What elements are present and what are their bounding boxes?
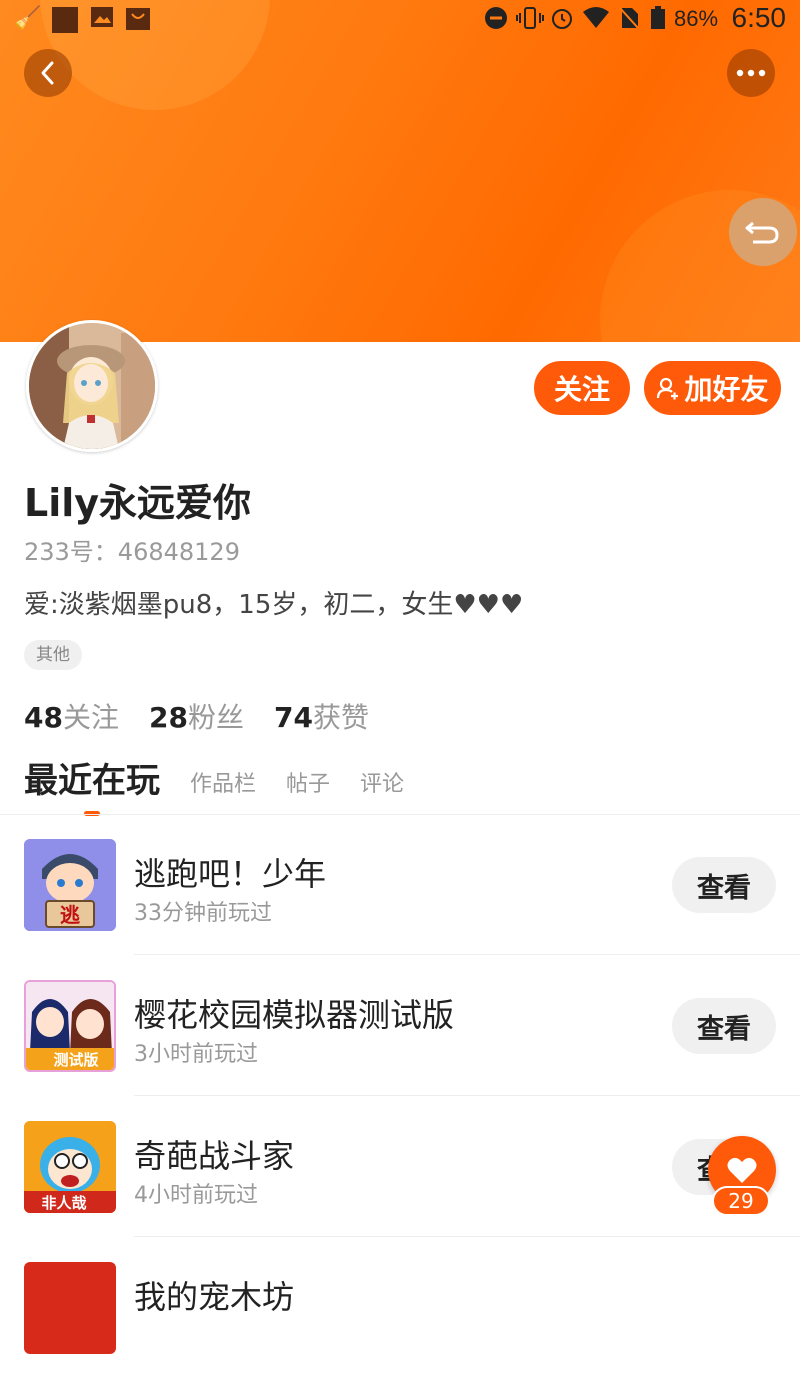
stat-num: 48 — [24, 701, 63, 734]
list-item[interactable]: 我的宠木坊 — [0, 1238, 800, 1378]
no-sim-icon — [618, 6, 640, 37]
view-button[interactable]: 查看 — [672, 998, 776, 1054]
follow-button[interactable]: 关注 — [533, 360, 631, 416]
stat-following[interactable]: 48关注 — [24, 696, 119, 736]
game-icon-art: 非人哉 — [24, 1121, 116, 1213]
profile-tag: 其他 — [24, 640, 82, 670]
vibrate-icon — [516, 6, 544, 37]
stat-label: 关注 — [62, 701, 119, 734]
add-friend-button[interactable]: 加好友 — [643, 360, 782, 416]
image-icon — [90, 6, 114, 35]
game-icon-text: 非人哉 — [41, 1194, 86, 1212]
game-icon: 逃 — [24, 839, 116, 931]
list-item[interactable]: 逃 逃跑吧！少年 33分钟前玩过 查看 — [0, 815, 800, 955]
alarm-icon — [550, 6, 574, 37]
avatar[interactable] — [26, 320, 158, 452]
tab-recently-played[interactable]: 最近在玩 — [24, 753, 160, 816]
cleaner-icon: 🧹 — [14, 6, 42, 31]
game-icon-text: 逃 — [60, 903, 81, 927]
battery-percent: 86% — [674, 6, 719, 31]
stat-label: 粉丝 — [187, 701, 244, 734]
more-dots-icon — [736, 69, 766, 77]
game-icon-art: 逃 — [24, 839, 116, 931]
tab-comments[interactable]: 评论 — [360, 766, 404, 808]
tab-label: 最近在玩 — [24, 761, 160, 801]
list-item[interactable]: 测试版 樱花校园模拟器测试版 3小时前玩过 查看 — [0, 956, 800, 1096]
divider — [134, 1095, 800, 1096]
return-arrow-icon — [745, 221, 779, 244]
view-button[interactable]: 查看 — [672, 857, 776, 913]
divider — [134, 1236, 800, 1237]
profile-bio: 爱:淡紫烟墨pu8，15岁，初二，女生♥♥♥ — [24, 590, 524, 620]
game-icon — [24, 1262, 116, 1354]
game-title: 逃跑吧！少年 — [134, 855, 327, 893]
game-title: 奇葩战斗家 — [134, 1137, 295, 1175]
tab-works[interactable]: 作品栏 — [190, 766, 256, 808]
more-button[interactable] — [727, 49, 775, 97]
game-icon: 非人哉 — [24, 1121, 116, 1213]
profile-stats: 48关注 28粉丝 74获赞 — [24, 696, 369, 736]
stat-num: 74 — [273, 701, 313, 734]
game-played-time: 3小时前玩过 — [134, 1042, 258, 1067]
profile-tabs: 最近在玩 作品栏 帖子 评论 — [24, 758, 434, 816]
game-title: 我的宠木坊 — [134, 1278, 295, 1316]
add-user-icon — [657, 377, 679, 400]
heart-icon — [727, 1157, 757, 1183]
tab-posts[interactable]: 帖子 — [286, 766, 330, 808]
status-bar: 🧹 86% 6:50 — [0, 0, 800, 40]
app-icon — [52, 7, 78, 33]
clock: 6:50 — [731, 2, 787, 33]
game-title: 樱花校园模拟器测试版 — [134, 996, 455, 1034]
chevron-left-icon — [41, 61, 54, 85]
stat-likes[interactable]: 74获赞 — [274, 696, 369, 736]
add-friend-label: 加好友 — [684, 373, 769, 406]
back-button[interactable] — [24, 49, 72, 97]
stat-fans[interactable]: 28粉丝 — [149, 696, 244, 736]
battery-icon — [650, 6, 666, 37]
divider — [134, 954, 800, 955]
like-count-badge: 29 — [712, 1186, 770, 1216]
dnd-icon — [484, 6, 508, 37]
stat-label: 获赞 — [312, 701, 369, 734]
follow-label: 关注 — [553, 373, 610, 406]
return-button[interactable] — [729, 198, 797, 266]
stat-num: 28 — [148, 701, 188, 734]
game-icon-text: 测试版 — [53, 1051, 98, 1069]
wifi-icon — [582, 6, 610, 37]
avatar-illustration — [29, 323, 155, 449]
list-item[interactable]: 非人哉 奇葩战斗家 4小时前玩过 查看 — [0, 1097, 800, 1237]
profile-banner — [0, 0, 800, 342]
profile-id: 233号：46848129 — [24, 538, 240, 566]
profile-name: Lily永远爱你 — [24, 481, 252, 525]
game-icon: 测试版 — [24, 980, 116, 1072]
game-played-time: 4小时前玩过 — [134, 1183, 258, 1208]
game-icon-art: 测试版 — [26, 982, 114, 1070]
store-icon — [124, 6, 152, 39]
game-played-time: 33分钟前玩过 — [134, 901, 272, 926]
